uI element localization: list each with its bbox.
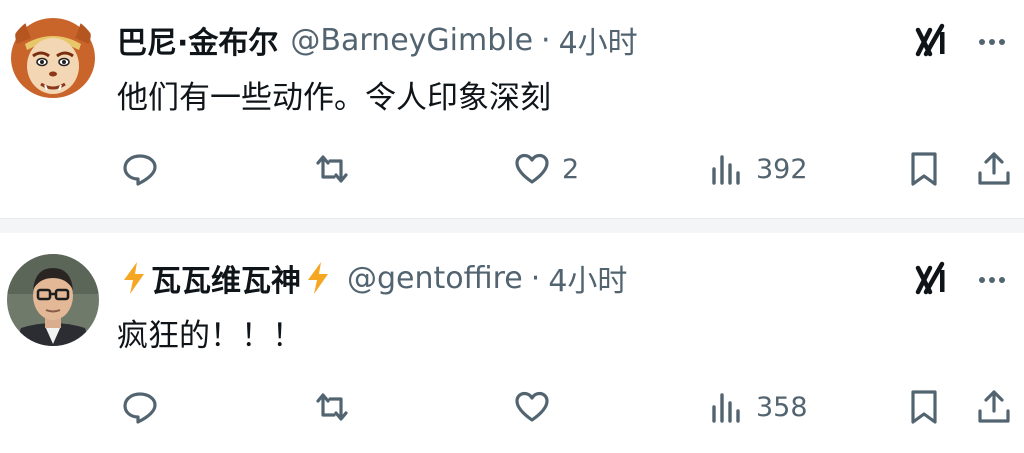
share-icon — [978, 152, 1010, 185]
tweet-divider — [0, 218, 1024, 233]
monkey-avatar-image — [7, 14, 99, 106]
timestamp[interactable]: 4小时 — [559, 18, 638, 62]
share-button[interactable] — [974, 382, 1014, 432]
user-handle[interactable]: @BarneyGimble — [290, 23, 533, 58]
lightning-bolt-icon — [308, 262, 328, 294]
user-handle[interactable]: @gentoffire — [347, 261, 523, 296]
action-bar: 2 392 — [0, 144, 1024, 194]
display-name[interactable]: 巴尼·金布尔 — [117, 18, 278, 62]
share-button[interactable] — [974, 144, 1014, 194]
tweet-header: 瓦瓦维瓦神 @gentoffire · 4小时 — [117, 256, 627, 300]
views-count: 358 — [756, 391, 808, 423]
views-button[interactable]: 392 — [706, 144, 808, 194]
display-name[interactable]: 瓦瓦维瓦神 — [151, 256, 301, 300]
timestamp[interactable]: 4小时 — [548, 256, 627, 300]
views-button[interactable]: 358 — [706, 382, 808, 432]
tweet-header: 巴尼·金布尔 @BarneyGimble · 4小时 — [117, 18, 638, 62]
like-icon — [515, 153, 549, 184]
avatar[interactable] — [7, 254, 99, 346]
views-icon — [712, 155, 740, 185]
more-icon[interactable] — [972, 260, 1012, 300]
separator-dot: · — [530, 260, 541, 296]
bookmark-icon — [911, 152, 937, 186]
bookmark-button[interactable] — [904, 382, 944, 432]
grok-icon[interactable] — [912, 260, 952, 300]
tweet-text: 疯狂的！！！ — [117, 318, 303, 354]
man-avatar-image — [7, 254, 99, 346]
views-count: 392 — [756, 153, 808, 185]
tweet-text: 他们有一些动作。令人印象深刻 — [117, 80, 551, 116]
share-icon — [978, 390, 1010, 423]
grok-icon[interactable] — [912, 22, 952, 62]
repost-button[interactable] — [312, 382, 362, 432]
like-icon — [515, 391, 549, 422]
views-icon — [712, 393, 740, 423]
reply-icon — [123, 392, 157, 424]
bookmark-button[interactable] — [904, 144, 944, 194]
reply-icon — [123, 154, 157, 186]
repost-icon — [316, 155, 348, 183]
more-icon[interactable] — [972, 22, 1012, 62]
avatar[interactable] — [7, 14, 99, 106]
separator-dot: · — [541, 22, 551, 58]
lightning-bolt-icon — [124, 262, 144, 294]
like-button[interactable]: 2 — [512, 144, 579, 194]
tweet[interactable]: 瓦瓦维瓦神 @gentoffire · 4小时 疯狂的！！！ 358 — [0, 232, 1024, 453]
action-bar: 358 — [0, 382, 1024, 432]
reply-button[interactable] — [120, 382, 170, 432]
tweet[interactable]: 巴尼·金布尔 @BarneyGimble · 4小时 他们有一些动作。令人印象深… — [0, 0, 1024, 218]
repost-icon — [316, 393, 348, 421]
repost-button[interactable] — [312, 144, 362, 194]
like-button[interactable] — [512, 382, 562, 432]
like-count: 2 — [562, 153, 580, 185]
bookmark-icon — [911, 390, 937, 424]
reply-button[interactable] — [120, 144, 170, 194]
